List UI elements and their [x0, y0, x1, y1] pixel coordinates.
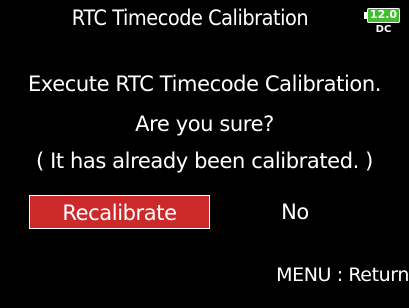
message-line-3: ( It has already been calibrated. ) — [36, 149, 373, 173]
message-line-2: Are you sure? — [135, 112, 274, 136]
message-line-1: Execute RTC Timecode Calibration. — [27, 72, 382, 96]
recalibrate-button[interactable]: Recalibrate — [29, 195, 210, 229]
device-screen: RTC Timecode Calibration 12.0 DC Execute… — [0, 0, 409, 308]
power-source-label: DC — [375, 24, 392, 35]
no-button[interactable]: No — [245, 195, 345, 229]
battery-voltage: 12.0 — [369, 8, 398, 21]
title-bar: RTC Timecode Calibration 12.0 DC — [0, 0, 409, 46]
battery-indicator: 12.0 DC — [364, 8, 404, 38]
menu-return-hint: MENU : Return — [276, 264, 409, 286]
battery-icon: 12.0 — [367, 8, 400, 23]
screen-title: RTC Timecode Calibration — [71, 6, 309, 30]
